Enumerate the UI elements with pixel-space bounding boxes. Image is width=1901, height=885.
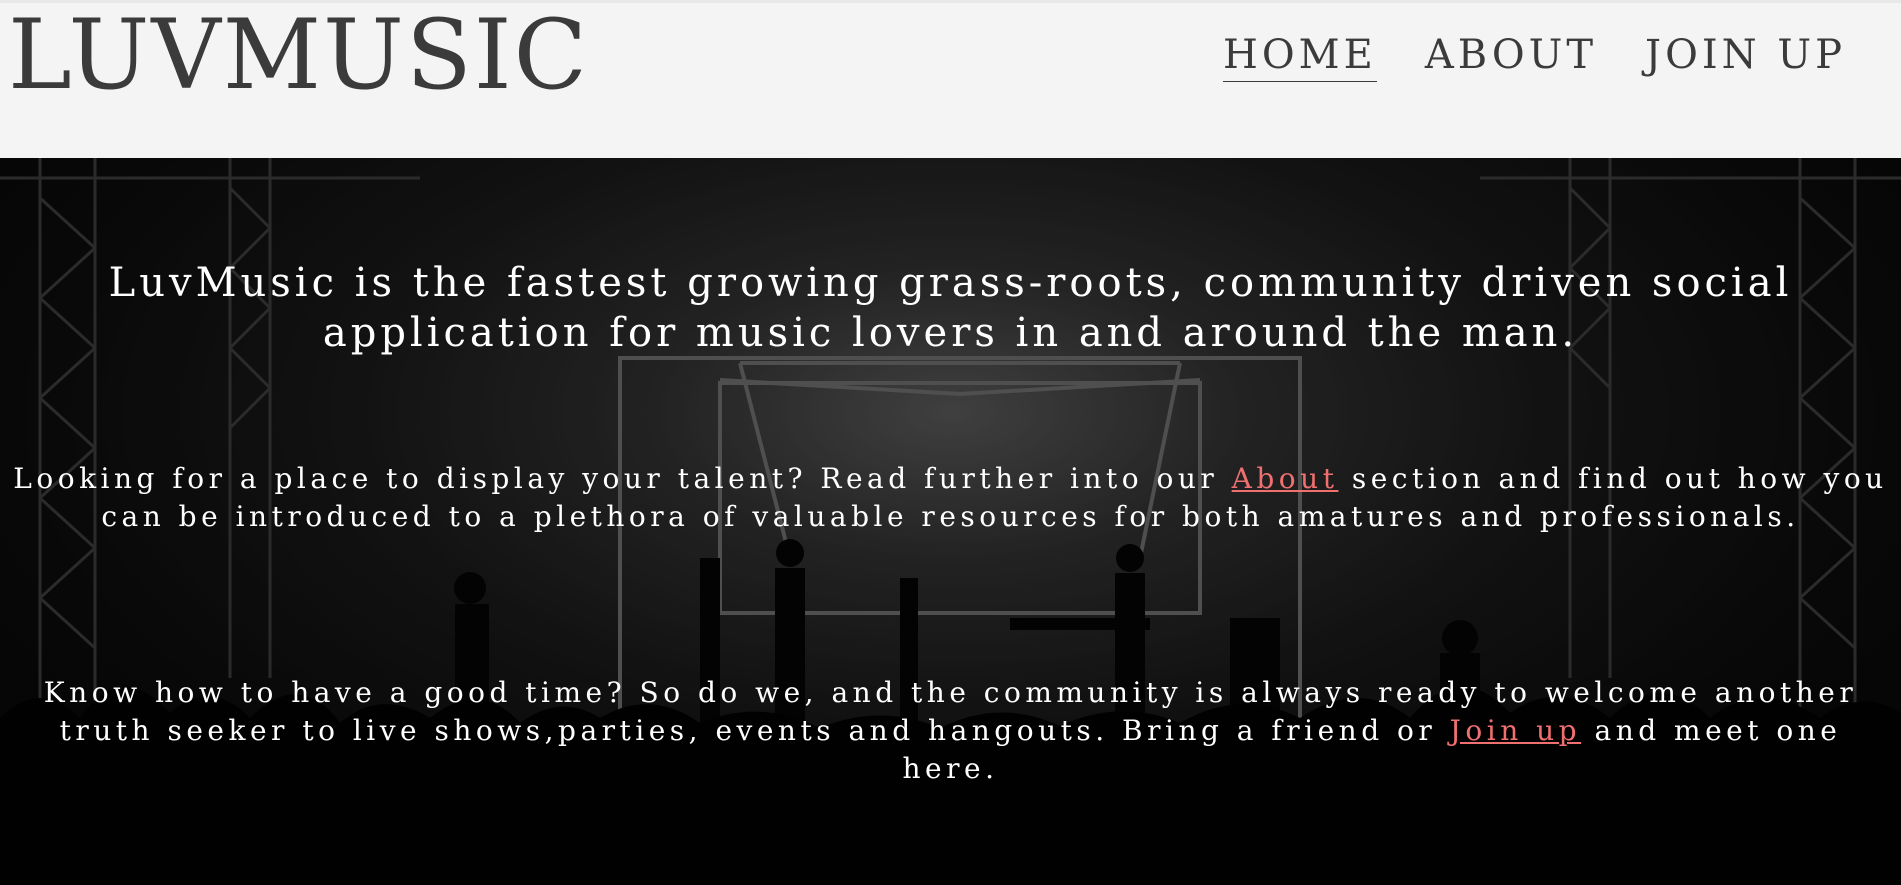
- site-logo[interactable]: LUVMUSIC: [8, 7, 589, 103]
- join-up-link[interactable]: Join up: [1450, 714, 1581, 747]
- hero-section: LuvMusic is the fastest growing grass-ro…: [0, 158, 1901, 885]
- join-paragraph: Know how to have a good time? So do we, …: [0, 674, 1901, 788]
- nav-join-up-link[interactable]: JOIN UP: [1645, 31, 1846, 82]
- about-paragraph: Looking for a place to display your tale…: [0, 460, 1901, 536]
- about-link[interactable]: About: [1232, 462, 1339, 495]
- main-nav: HOME ABOUT JOIN UP: [1222, 31, 1846, 82]
- nav-about-link[interactable]: ABOUT: [1425, 31, 1597, 82]
- nav-home-link[interactable]: HOME: [1222, 31, 1377, 82]
- site-header: LUVMUSIC HOME ABOUT JOIN UP: [0, 0, 1901, 158]
- about-paragraph-text-start: Looking for a place to display your tale…: [13, 462, 1232, 495]
- hero-lead-text: LuvMusic is the fastest growing grass-ro…: [108, 260, 1793, 356]
